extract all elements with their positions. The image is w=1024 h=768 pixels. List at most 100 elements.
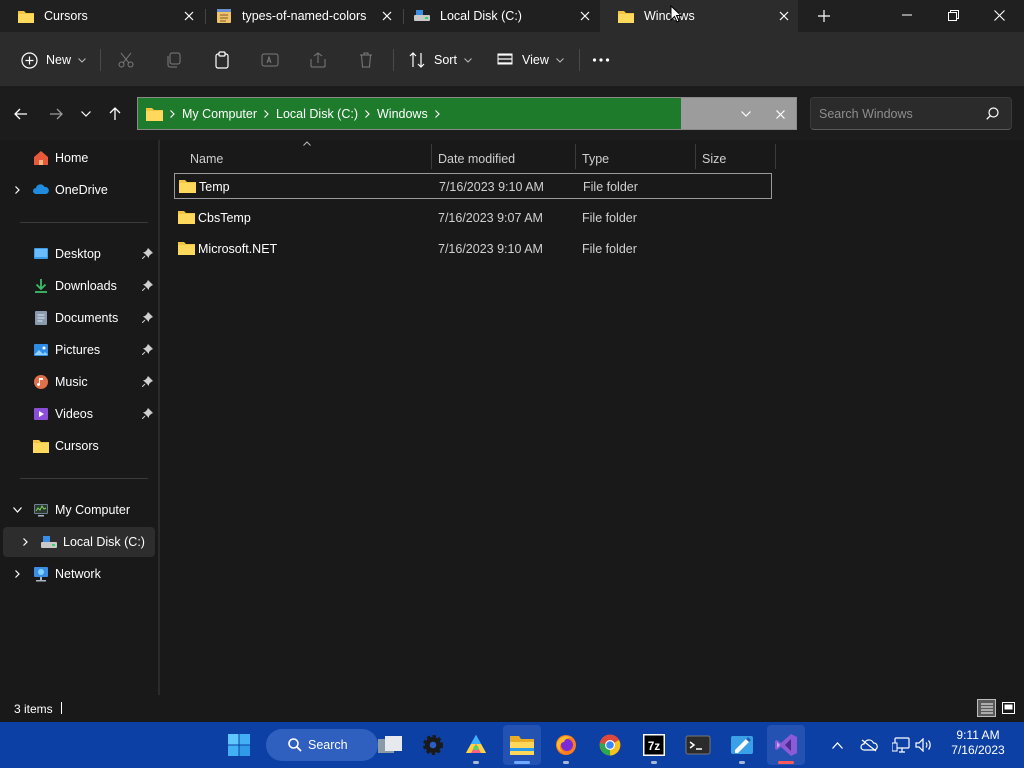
- up-button[interactable]: [103, 102, 127, 126]
- 7zip-icon: 7z: [643, 734, 665, 756]
- chevron-right-icon[interactable]: [10, 183, 24, 197]
- sidebar-item-home[interactable]: Home: [3, 143, 155, 173]
- column-divider[interactable]: [431, 144, 432, 169]
- taskbar-firefox[interactable]: [547, 725, 585, 765]
- tab-label: types-of-named-colors: [242, 9, 367, 23]
- toolbar-divider: [100, 49, 101, 71]
- view-list-icon: [496, 51, 514, 69]
- taskbar-clock[interactable]: 9:11 AM 7/16/2023: [940, 728, 1016, 758]
- column-divider[interactable]: [775, 144, 776, 169]
- task-view-button[interactable]: [371, 725, 409, 765]
- column-divider[interactable]: [695, 144, 696, 169]
- tab-types-of-named-colors[interactable]: types-of-named-colors: [198, 0, 401, 32]
- sidebar-item-network[interactable]: Network: [3, 559, 155, 589]
- pin-icon: [142, 248, 153, 259]
- paste-button[interactable]: [213, 44, 231, 76]
- file-name: Temp: [199, 180, 230, 194]
- sidebar-item-pictures[interactable]: Pictures: [3, 335, 155, 365]
- breadcrumb-local-disk[interactable]: Local Disk (C:): [276, 107, 358, 121]
- search-input[interactable]: [819, 106, 979, 121]
- taskbar-terminal[interactable]: [679, 725, 717, 765]
- taskbar-settings[interactable]: [414, 725, 452, 765]
- running-indicator: [651, 761, 657, 764]
- cut-button[interactable]: [117, 44, 135, 76]
- new-button[interactable]: New: [20, 44, 86, 76]
- sidebar-item-videos[interactable]: Videos: [3, 399, 155, 429]
- more-options-button[interactable]: [592, 44, 610, 76]
- taskbar-chrome[interactable]: [591, 725, 629, 765]
- rename-button[interactable]: [261, 44, 279, 76]
- new-tab-button[interactable]: [802, 1, 846, 31]
- taskbar-7zip[interactable]: 7z: [635, 725, 673, 765]
- share-button[interactable]: [309, 44, 327, 76]
- taskbar-whiteboard[interactable]: [723, 725, 761, 765]
- close-icon[interactable]: [770, 2, 798, 30]
- view-button[interactable]: View: [496, 44, 564, 76]
- onedrive-tray-button[interactable]: [858, 734, 880, 756]
- network-tray-button[interactable]: [890, 734, 912, 756]
- show-hidden-icons-button[interactable]: [826, 734, 848, 756]
- delete-button[interactable]: [357, 44, 375, 76]
- chevron-down-icon: [741, 111, 751, 117]
- sort-button[interactable]: Sort: [408, 44, 472, 76]
- file-name: CbsTemp: [198, 211, 251, 225]
- column-divider[interactable]: [575, 144, 576, 169]
- address-history-button[interactable]: [736, 105, 756, 123]
- sidebar-item-my-computer[interactable]: My Computer: [3, 495, 155, 525]
- details-view-button[interactable]: [977, 699, 996, 717]
- taskbar-visual-studio[interactable]: [767, 725, 805, 765]
- sort-label: Sort: [434, 53, 457, 67]
- status-bar: 3 items: [0, 695, 1024, 722]
- title-bar: Cursors types-of-named-colors Local Disk…: [0, 0, 1024, 32]
- column-header-size[interactable]: Size: [702, 146, 726, 172]
- search-box[interactable]: [810, 97, 1012, 130]
- column-header-date-modified[interactable]: Date modified: [438, 146, 515, 172]
- tab-cursors[interactable]: Cursors: [0, 0, 203, 32]
- taskbar-file-explorer[interactable]: [503, 725, 541, 765]
- chevron-down-icon[interactable]: [10, 503, 24, 517]
- chevron-right-icon[interactable]: [18, 535, 32, 549]
- address-clear-button[interactable]: [770, 105, 790, 123]
- table-row[interactable]: Microsoft.NET 7/16/2023 9:10 AM File fol…: [174, 236, 772, 262]
- recent-locations-button[interactable]: [74, 102, 98, 126]
- sidebar-item-onedrive[interactable]: OneDrive: [3, 175, 155, 205]
- sidebar-item-documents[interactable]: Documents: [3, 303, 155, 333]
- tab-windows[interactable]: Windows: [600, 0, 798, 32]
- sidebar-item-desktop[interactable]: Desktop: [3, 239, 155, 269]
- desktop-icon: [34, 248, 48, 259]
- tab-local-disk[interactable]: Local Disk (C:): [396, 0, 599, 32]
- restore-button[interactable]: [930, 0, 976, 30]
- item-count: 3 items: [14, 702, 53, 716]
- column-header-name[interactable]: Name: [190, 146, 223, 172]
- plus-icon: [818, 10, 830, 22]
- tiles-view-button[interactable]: [999, 699, 1018, 717]
- address-bar[interactable]: My Computer Local Disk (C:) Windows: [137, 97, 797, 130]
- search-icon[interactable]: [986, 107, 999, 120]
- table-row[interactable]: Temp 7/16/2023 9:10 AM File folder: [174, 173, 772, 199]
- close-icon: [775, 109, 785, 119]
- column-header-type[interactable]: Type: [582, 146, 609, 172]
- chevron-right-icon[interactable]: [10, 567, 24, 581]
- table-row[interactable]: CbsTemp 7/16/2023 9:07 AM File folder: [174, 205, 772, 231]
- taskbar-search-button[interactable]: Search: [266, 729, 378, 761]
- sidebar-item-cursors[interactable]: Cursors: [3, 431, 155, 461]
- chevron-right-icon[interactable]: [434, 109, 440, 118]
- breadcrumb-windows[interactable]: Windows: [377, 107, 428, 121]
- close-icon[interactable]: [571, 2, 599, 30]
- scissors-icon: [117, 51, 135, 69]
- taskbar-paint[interactable]: [457, 725, 495, 765]
- back-button[interactable]: [9, 102, 33, 126]
- forward-button[interactable]: [44, 102, 68, 126]
- folder-icon: [178, 242, 195, 255]
- sidebar-item-local-disk[interactable]: Local Disk (C:): [3, 527, 155, 557]
- copy-button[interactable]: [165, 44, 183, 76]
- folder-icon: [18, 11, 34, 23]
- arrow-left-icon: [14, 108, 27, 120]
- breadcrumb-my-computer[interactable]: My Computer: [182, 107, 257, 121]
- sidebar-item-music[interactable]: Music: [3, 367, 155, 397]
- close-window-button[interactable]: [976, 0, 1022, 30]
- volume-tray-button[interactable]: [913, 734, 935, 756]
- sidebar-item-downloads[interactable]: Downloads: [3, 271, 155, 301]
- start-button[interactable]: [220, 725, 258, 765]
- minimize-button[interactable]: [884, 0, 930, 30]
